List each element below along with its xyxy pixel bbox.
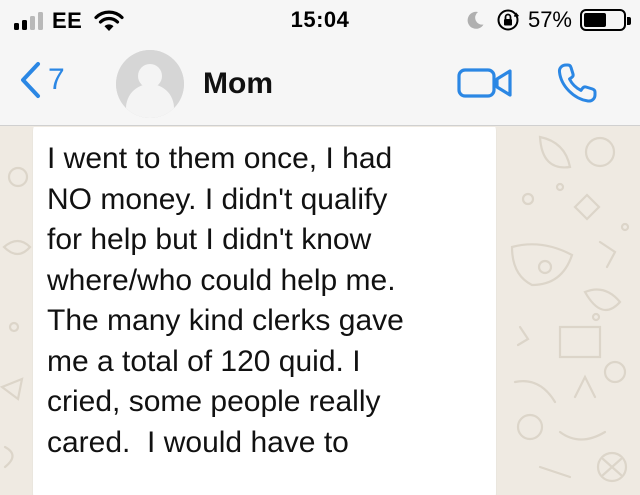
battery-percent: 57% (527, 7, 572, 32)
message-bubble[interactable]: I went to them once, I had NO money. I d… (33, 127, 496, 495)
contact-name[interactable]: Mom (203, 67, 273, 101)
message-line: cried, some people really (47, 385, 381, 418)
orientation-lock-icon (497, 9, 520, 31)
battery-fill (584, 13, 606, 27)
message-line: I went to them once, I had (47, 142, 393, 175)
back-chevron-icon (21, 62, 40, 98)
phone-call-icon[interactable] (556, 62, 600, 104)
status-right: 57% (464, 7, 631, 33)
avatar-placeholder-icon (116, 50, 184, 118)
message-line: NO money. I didn't qualify (47, 182, 388, 216)
chat-area[interactable]: I went to them once, I had NO money. I d… (0, 127, 640, 495)
battery-icon (580, 9, 631, 31)
message-line: for help but I didn't know (47, 223, 372, 256)
status-bar: EE 15:04 57% (0, 0, 640, 40)
message-line: me a total of 120 quid. I (47, 344, 361, 378)
back-button[interactable]: 7 (16, 60, 65, 100)
moon-icon (467, 11, 484, 29)
video-call-icon[interactable] (457, 66, 513, 100)
chat-screen: EE 15:04 57% 7 Mom I went to them once, … (0, 0, 640, 495)
message-line: where/who could help me. (47, 263, 396, 297)
chat-header: 7 Mom (0, 40, 640, 126)
message-line: The many kind clerks gave (47, 304, 404, 337)
message-line: cared. I would have to (47, 425, 349, 459)
unread-count: 7 (48, 63, 65, 96)
message-line-cut (47, 131, 486, 139)
avatar[interactable] (116, 50, 184, 118)
